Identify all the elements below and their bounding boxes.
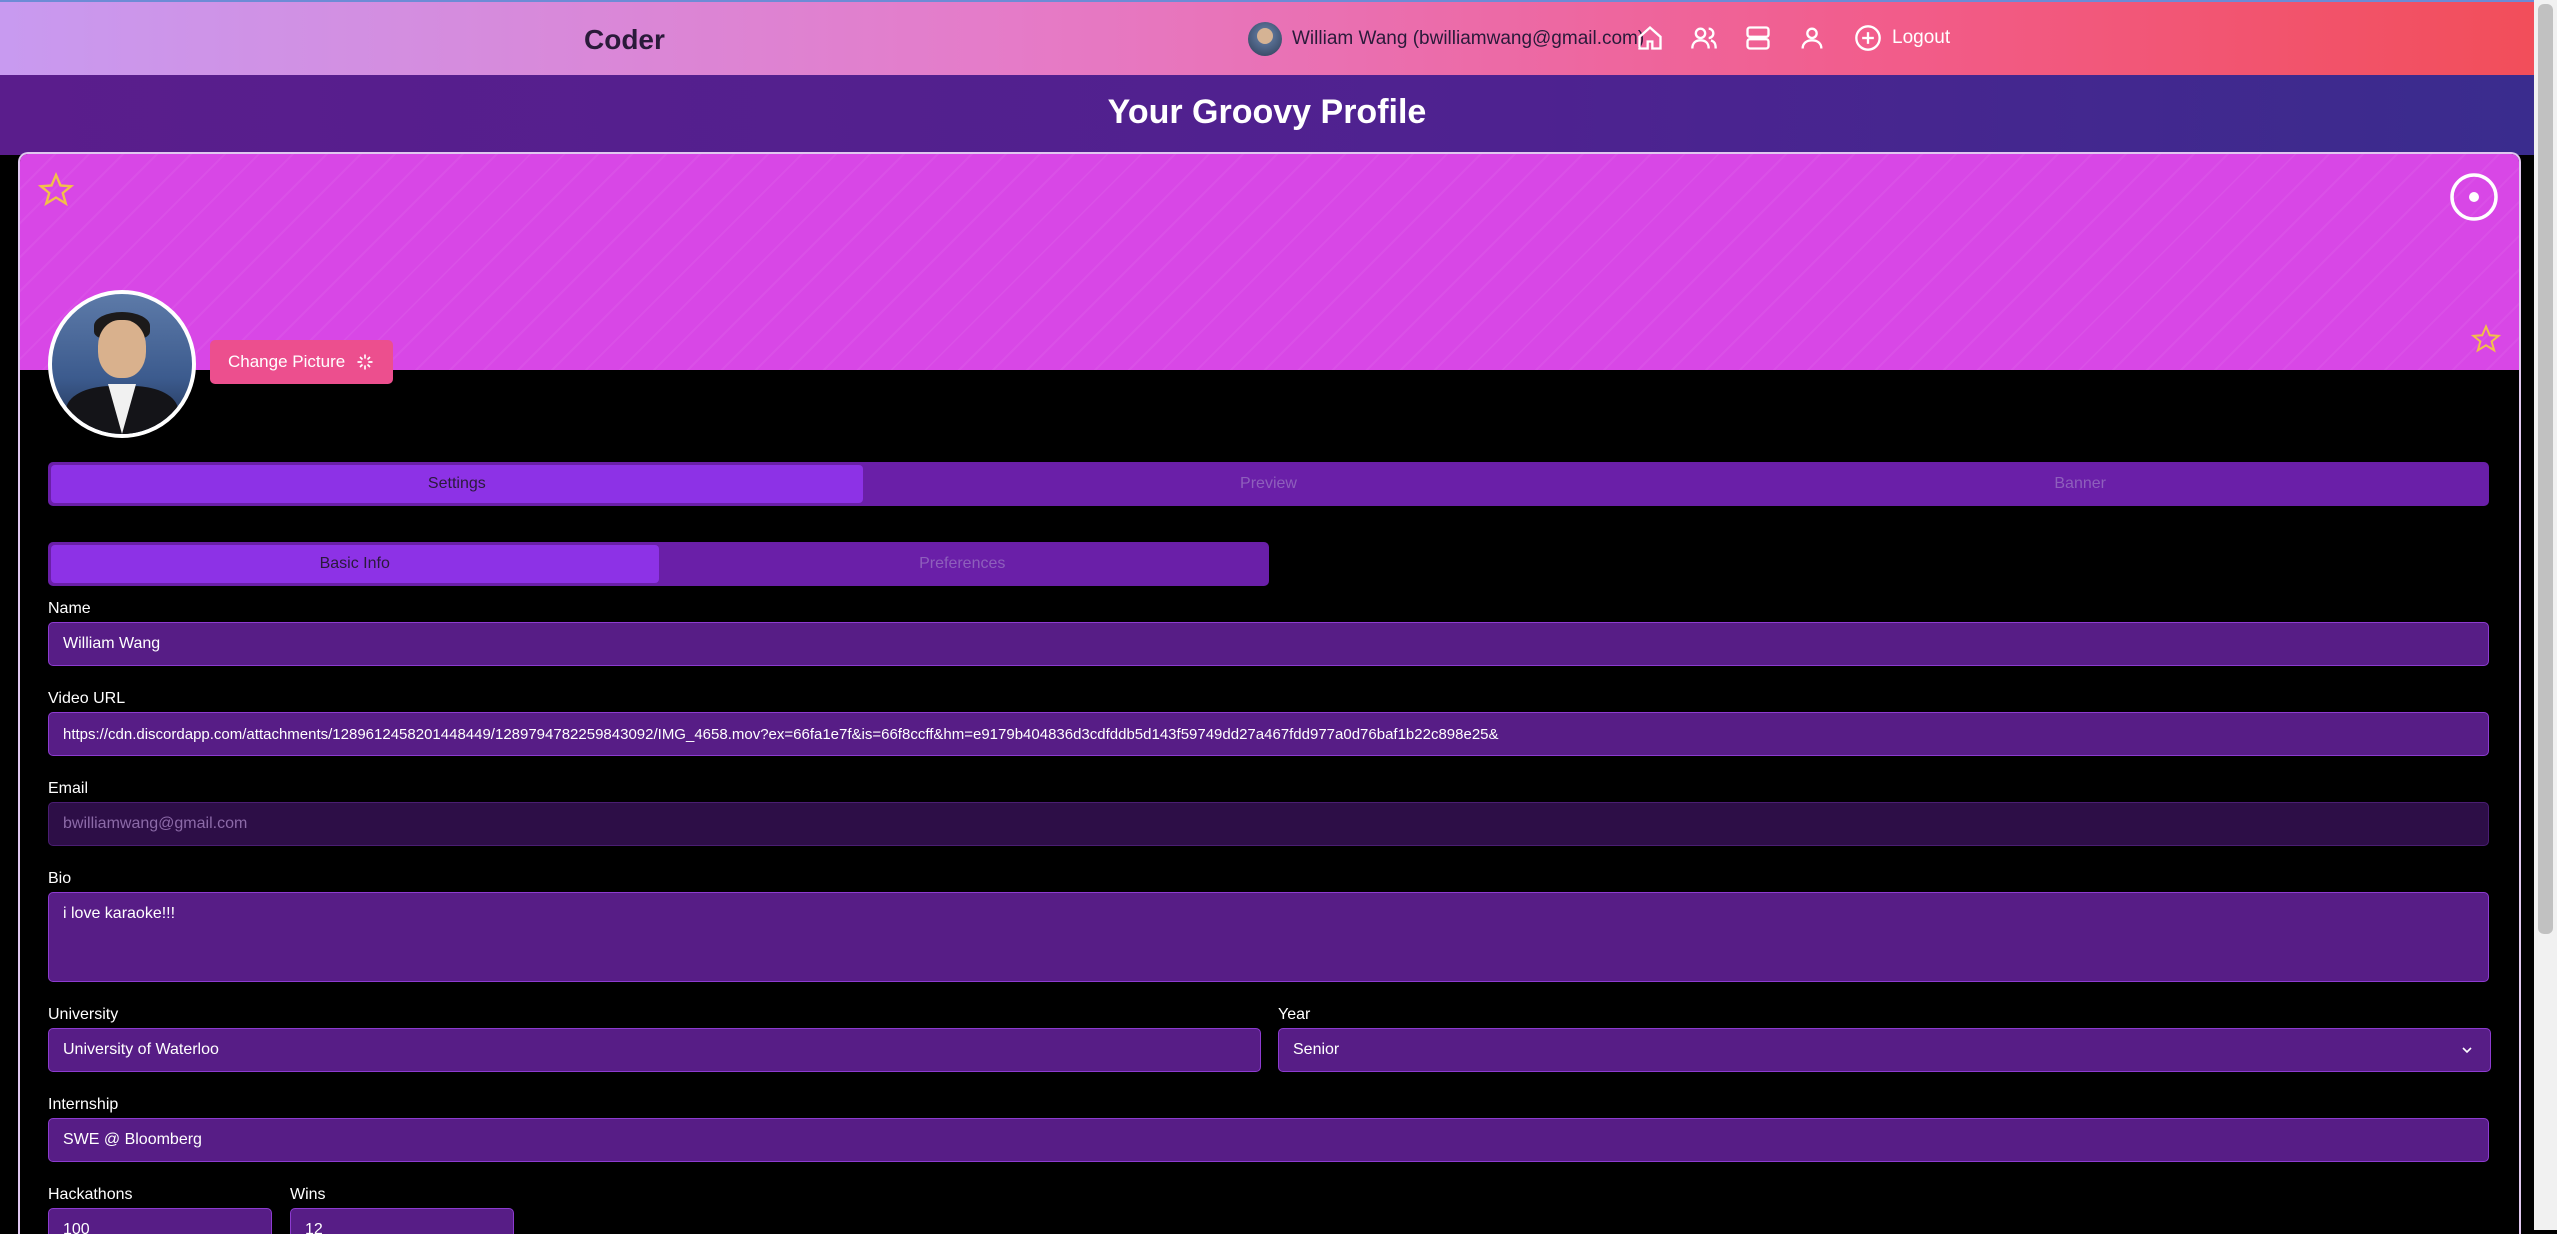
page-title: Your Groovy Profile (1107, 93, 1427, 131)
user-display-name: William Wang (bwilliamwang@gmail.com) (1292, 28, 1645, 49)
logout-button[interactable]: Logout (1854, 24, 1950, 52)
wins-label: Wins (290, 1186, 326, 1203)
tab-preferences[interactable]: Preferences (659, 545, 1267, 583)
profile-picture (48, 290, 196, 438)
video-url-input[interactable]: https://cdn.discordapp.com/attachments/1… (48, 712, 2489, 756)
change-picture-button[interactable]: Change Picture (210, 340, 394, 384)
logout-label: Logout (1892, 27, 1951, 48)
star-icon (38, 172, 74, 207)
disc-icon (2450, 173, 2498, 221)
top-nav-bar: Coder William Wang (bwilliamwang@gmail.c… (0, 0, 2534, 75)
users-icon[interactable] (1690, 24, 1718, 52)
university-input[interactable]: University of Waterloo (48, 1028, 1261, 1072)
brand-logo[interactable]: Coder (584, 24, 665, 56)
profile-icon[interactable] (1798, 24, 1826, 52)
sparkle-icon (357, 354, 373, 370)
name-input[interactable]: William Wang (48, 622, 2489, 666)
year-select[interactable]: Senior (1278, 1028, 2491, 1072)
video-url-label: Video URL (48, 690, 126, 707)
year-label: Year (1278, 1006, 1311, 1023)
main-tabs: Settings Preview Banner (48, 462, 2489, 506)
internship-label: Internship (48, 1096, 119, 1113)
year-select-value: Senior (1293, 1041, 1340, 1058)
tab-banner[interactable]: Banner (1674, 465, 2486, 503)
page-scrollbar[interactable] (2534, 0, 2557, 1230)
profile-banner (20, 154, 2519, 370)
wins-input[interactable]: 12 (290, 1208, 514, 1234)
home-icon[interactable] (1636, 24, 1664, 52)
hackathons-input[interactable]: 100 (48, 1208, 272, 1234)
hackathons-label: Hackathons (48, 1186, 133, 1203)
bio-label: Bio (48, 870, 72, 887)
profile-card: Change Picture Settings Preview Banner B… (18, 152, 2521, 1234)
internship-input[interactable]: SWE @ Bloomberg (48, 1118, 2489, 1162)
tab-preview[interactable]: Preview (863, 465, 1675, 503)
star-icon (2471, 324, 2501, 353)
university-label: University (48, 1006, 119, 1023)
tab-settings[interactable]: Settings (51, 465, 863, 503)
tab-basic-info[interactable]: Basic Info (51, 545, 659, 583)
email-input: bwilliamwang@gmail.com (48, 802, 2489, 846)
nav-icons (1636, 24, 1826, 52)
title-band: Your Groovy Profile (0, 75, 2534, 155)
user-avatar (1248, 22, 1282, 56)
user-info: William Wang (bwilliamwang@gmail.com) (1248, 22, 1644, 56)
sub-tabs: Basic Info Preferences (48, 542, 1269, 586)
scrollbar-thumb[interactable] (2538, 4, 2553, 934)
server-icon[interactable] (1744, 24, 1772, 52)
email-label: Email (48, 780, 89, 797)
name-label: Name (48, 600, 91, 617)
bio-textarea[interactable]: i love karaoke!!! (48, 892, 2489, 982)
change-picture-label: Change Picture (228, 352, 346, 371)
plus-circle-icon (1855, 25, 1881, 51)
chevron-down-icon (2462, 1047, 2472, 1054)
